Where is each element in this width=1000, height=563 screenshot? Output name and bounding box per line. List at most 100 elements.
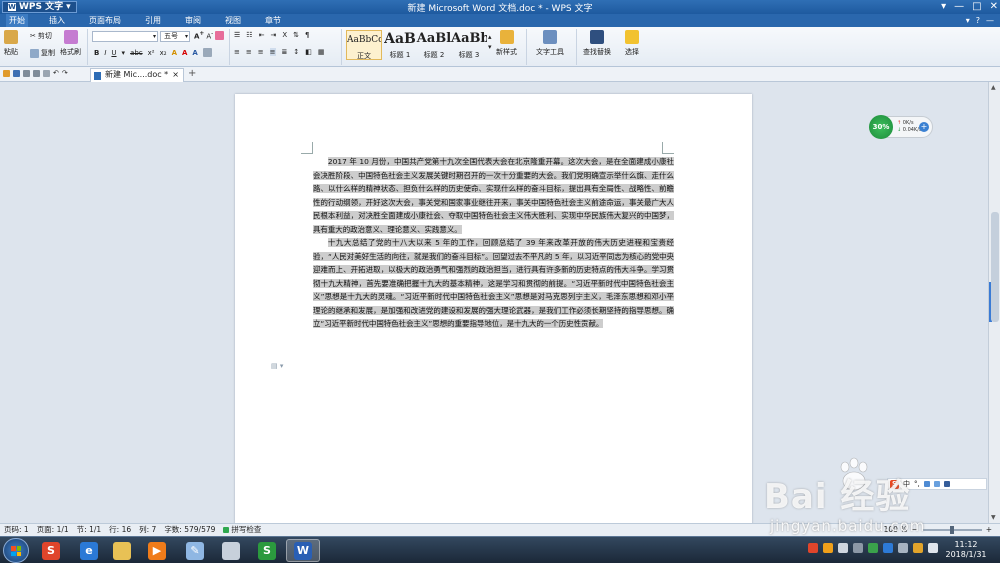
ime-mode-icon[interactable]: 中: [903, 479, 910, 489]
zoom-in-icon[interactable]: +: [986, 524, 992, 536]
undo-icon[interactable]: ↶: [53, 70, 59, 77]
zoom-slider[interactable]: [921, 526, 982, 534]
sort-icon[interactable]: ⇅: [293, 31, 299, 39]
increase-indent-icon[interactable]: ⇥: [270, 31, 276, 39]
skin-icon[interactable]: [933, 481, 940, 487]
taskbar-media-player[interactable]: ▶: [140, 539, 174, 562]
close-tab-button[interactable]: ×: [172, 69, 179, 81]
status-word-count[interactable]: 字数: 579/579: [164, 524, 215, 536]
cut-button[interactable]: ✂ 剪切: [30, 31, 52, 41]
new-style-button[interactable]: 新样式: [496, 30, 517, 57]
font-color-button[interactable]: A: [182, 49, 187, 57]
taskbar-sogou[interactable]: S: [34, 539, 68, 562]
shrink-font-button[interactable]: A-: [206, 31, 213, 40]
document-page[interactable]: 2017 年 10 月份，中国共产党第十九次全国代表大会在北京隆重开幕。这次大会…: [235, 94, 752, 529]
align-right-icon[interactable]: ≡: [258, 48, 264, 56]
font-name-select[interactable]: ▾: [92, 31, 158, 42]
select-button[interactable]: 选择: [625, 30, 639, 57]
underline-button[interactable]: U: [111, 49, 116, 57]
italic-button[interactable]: I: [104, 49, 106, 57]
menu-insert[interactable]: 插入: [46, 14, 68, 27]
taskbar-tool[interactable]: [214, 539, 248, 562]
security-tray-icon[interactable]: [823, 543, 833, 553]
menu-section[interactable]: 章节: [262, 14, 284, 27]
chinese-layout-icon[interactable]: X: [282, 31, 287, 39]
zoom-out-icon[interactable]: −: [911, 524, 917, 536]
char-border-icon[interactable]: [202, 48, 212, 57]
styles-scroll[interactable]: ▴ ▾: [488, 33, 492, 51]
close-button[interactable]: ✕: [990, 0, 998, 13]
find-replace-button[interactable]: 查找替换: [583, 30, 611, 57]
help-button[interactable]: ?: [976, 14, 980, 27]
tray-app-icon[interactable]: [883, 543, 893, 553]
strikethrough-button[interactable]: abc: [130, 49, 143, 57]
style-normal[interactable]: AaBbCcDd 正文: [346, 30, 382, 60]
style-heading-3[interactable]: AaBb 标题 3: [451, 30, 487, 60]
shield-tray-icon[interactable]: [868, 543, 878, 553]
skin-button[interactable]: ▾: [966, 14, 970, 27]
clear-format-icon[interactable]: [215, 31, 225, 41]
align-left-icon[interactable]: ≡: [234, 48, 240, 56]
network-tray-icon[interactable]: [913, 543, 923, 553]
numbered-list-icon[interactable]: ☷: [246, 31, 252, 39]
distributed-icon[interactable]: ≣: [282, 48, 288, 56]
keyboard-icon[interactable]: [923, 481, 930, 487]
document-tab[interactable]: 新建 Mic....doc * ×: [90, 68, 184, 82]
subscript-button[interactable]: x₂: [160, 49, 167, 57]
paste-options-icon[interactable]: ▤ ▾: [271, 362, 283, 370]
redo-icon[interactable]: ↷: [62, 70, 68, 77]
bullet-list-icon[interactable]: ☰: [234, 31, 240, 39]
menu-references[interactable]: 引用: [142, 14, 164, 27]
open-icon[interactable]: [3, 70, 10, 77]
style-heading-2[interactable]: AaBl 标题 2: [416, 30, 452, 60]
line-spacing-icon[interactable]: ↕: [293, 48, 299, 56]
scroll-thumb[interactable]: [991, 212, 999, 322]
volume-tray-icon[interactable]: [928, 543, 938, 553]
vertical-scrollbar[interactable]: ▲ ▼: [988, 82, 1000, 523]
minimize-button[interactable]: —: [954, 0, 964, 13]
zoom-value[interactable]: 100 %: [884, 524, 908, 536]
taskbar-paint[interactable]: ✎: [178, 539, 212, 562]
maximize-button[interactable]: □: [972, 0, 981, 13]
punctuation-icon[interactable]: °,: [914, 480, 920, 488]
export-icon[interactable]: [43, 70, 50, 77]
align-justify-icon[interactable]: ≡: [269, 48, 276, 56]
bold-button[interactable]: B: [94, 49, 99, 57]
menu-page-layout[interactable]: 页面布局: [86, 14, 124, 27]
ime-toolbar[interactable]: S 中 °,: [887, 478, 987, 490]
document-body[interactable]: 2017 年 10 月份，中国共产党第十九次全国代表大会在北京隆重开幕。这次大会…: [313, 155, 674, 331]
taskbar-clock[interactable]: 11:12 2018/1/31: [938, 540, 994, 560]
menu-review[interactable]: 审阅: [182, 14, 204, 27]
ribbon-toggle-button[interactable]: ▾: [941, 0, 946, 13]
char-shading-button[interactable]: A: [192, 49, 197, 57]
font-size-select[interactable]: 五号 ▾: [160, 31, 190, 42]
taskbar-wps-writer[interactable]: W: [286, 539, 320, 562]
network-speed-widget[interactable]: 30% ↑ 0K/s ↓ 0.04K/s +: [869, 115, 933, 139]
settings-icon[interactable]: [943, 481, 950, 487]
collapse-ribbon-button[interactable]: —: [986, 14, 994, 27]
scroll-up-icon[interactable]: ▲: [991, 84, 996, 91]
paste-button[interactable]: 粘贴: [4, 30, 18, 57]
scroll-down-icon[interactable]: ▼: [991, 514, 996, 521]
ime-tray-icon[interactable]: [898, 543, 908, 553]
print-icon[interactable]: [33, 70, 40, 77]
taskbar-ie[interactable]: e: [72, 539, 106, 562]
align-center-icon[interactable]: ≡: [246, 48, 252, 56]
menu-home[interactable]: 开始: [6, 14, 28, 27]
zoom-slider-knob[interactable]: [949, 526, 954, 534]
highlight-button[interactable]: A: [172, 49, 177, 57]
show-hidden-icon[interactable]: [838, 543, 848, 553]
superscript-button[interactable]: x²: [148, 49, 155, 57]
sogou-tray-icon[interactable]: [808, 543, 818, 553]
taskbar-wps-spreadsheet[interactable]: S: [250, 539, 284, 562]
sogou-ime-icon[interactable]: S: [890, 479, 899, 489]
shading-icon[interactable]: ◧: [305, 48, 312, 56]
expand-widget-button[interactable]: +: [919, 122, 929, 132]
grow-font-button[interactable]: A+: [194, 31, 204, 40]
show-marks-icon[interactable]: ¶: [305, 31, 309, 39]
copy-button[interactable]: 复制: [30, 48, 55, 58]
style-heading-1[interactable]: AaB 标题 1: [382, 30, 418, 60]
text-tools-button[interactable]: 文字工具: [536, 30, 564, 57]
flag-tray-icon[interactable]: [853, 543, 863, 553]
format-painter-button[interactable]: 格式刷: [60, 30, 81, 57]
